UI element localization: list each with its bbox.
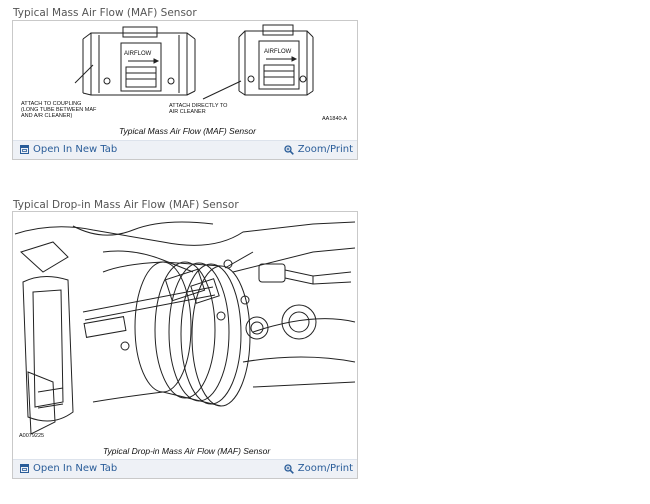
zoom-print-link[interactable]: Zoom/Print — [284, 144, 353, 155]
open-new-tab-icon — [20, 464, 29, 473]
figure-footer-maf: Open In New Tab Zoom/Print — [13, 140, 357, 159]
airflow-label-left: AIRFLOW — [124, 51, 152, 57]
drop-in-maf-drawing — [14, 221, 356, 435]
svg-text:AND A/R CLEANER): AND A/R CLEANER) — [21, 113, 73, 119]
open-in-new-tab-label: Open In New Tab — [33, 144, 118, 155]
magnifier-icon — [284, 144, 294, 155]
callout-left: ATTACH TO COUPLING (LONG TUBE BETWEEN MA… — [21, 101, 97, 119]
section-title-drop-in-maf: Typical Drop-in Mass Air Flow (MAF) Sens… — [13, 199, 239, 211]
open-in-new-tab-link[interactable]: Open In New Tab — [20, 463, 117, 474]
zoom-print-link[interactable]: Zoom/Print — [284, 463, 353, 474]
callout-right: ATTACH DIRECTLY TO AIR CLEANER — [169, 103, 228, 115]
open-in-new-tab-link[interactable]: Open In New Tab — [20, 144, 117, 155]
section-title-maf: Typical Mass Air Flow (MAF) Sensor — [13, 7, 197, 19]
figure-footer-drop-in-maf: Open In New Tab Zoom/Print — [13, 459, 357, 478]
maf-sensor-diagram[interactable]: AIRFLOW ATTACH TO COUPLING (LONG TUBE BE… — [13, 21, 357, 139]
zoom-print-label: Zoom/Print — [297, 144, 353, 155]
magnifier-icon — [284, 463, 294, 474]
figure-panel-maf: AIRFLOW ATTACH TO COUPLING (LONG TUBE BE… — [12, 20, 358, 160]
open-new-tab-icon — [20, 145, 29, 154]
figure-id-drop-in: A0079225 — [19, 433, 44, 439]
figure-caption-drop-in: Typical Drop-in Mass Air Flow (MAF) Sens… — [103, 446, 271, 456]
open-in-new-tab-label: Open In New Tab — [33, 463, 118, 474]
zoom-print-label: Zoom/Print — [297, 463, 353, 474]
drop-in-maf-sensor-diagram[interactable]: A0079225 Typical Drop-in Mass Air Flow (… — [13, 212, 357, 458]
figure-caption-maf: Typical Mass Air Flow (MAF) Sensor — [119, 126, 257, 136]
figure-panel-drop-in-maf: A0079225 Typical Drop-in Mass Air Flow (… — [12, 211, 358, 479]
maf-sensor-left-drawing — [74, 26, 196, 96]
maf-sensor-right-drawing — [202, 24, 314, 100]
svg-text:AIR CLEANER: AIR CLEANER — [169, 109, 206, 115]
figure-id-maf: AA1840-A — [322, 116, 347, 122]
airflow-label-right: AIRFLOW — [264, 49, 292, 55]
